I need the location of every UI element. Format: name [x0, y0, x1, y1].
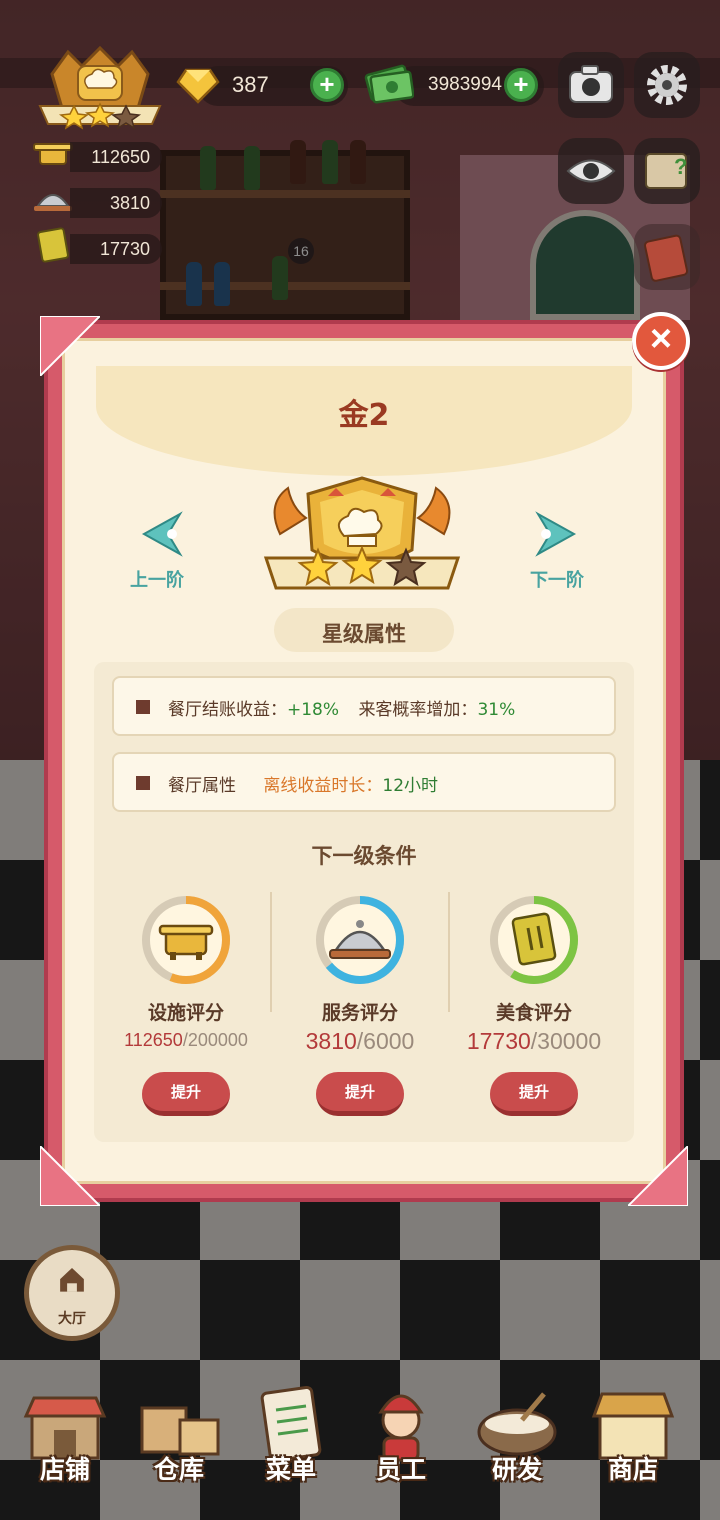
nav-staff[interactable]: 员工	[346, 1380, 456, 1490]
corner-ornament	[40, 1146, 100, 1206]
recipe-book-icon	[511, 912, 557, 966]
attribute-row: 餐厅属性 离线收益时长：12小时	[112, 752, 616, 812]
add-gems-button[interactable]: +	[310, 68, 344, 102]
hall-button[interactable]: 大厅	[24, 1245, 120, 1341]
condition-max: /6000	[356, 1028, 415, 1054]
offline-income-value: 12小时	[382, 776, 439, 796]
checkout-income-label: 餐厅结账收益：	[168, 700, 287, 720]
food-progress-ring	[490, 896, 578, 984]
condition-current: 3810	[305, 1028, 357, 1054]
nav-shop-front[interactable]: 店铺	[10, 1380, 120, 1490]
hot-pot-icon	[33, 143, 73, 165]
checkout-income-value: +18%	[287, 700, 340, 720]
close-button[interactable]: ×	[632, 312, 690, 370]
nav-label: 员工	[375, 1455, 426, 1484]
settings-button[interactable]	[634, 52, 700, 118]
guide-book-button[interactable]: ?	[634, 138, 700, 204]
nav-research[interactable]: 研发	[462, 1380, 572, 1490]
attribute-text: 餐厅属性 离线收益时长：12小时	[168, 771, 438, 796]
hall-label: 大厅	[58, 1311, 86, 1327]
camera-button[interactable]	[558, 52, 624, 118]
help-book-icon: ?	[645, 153, 687, 189]
condition-facility: 设施评分 112650/200000 提升	[98, 894, 274, 1116]
corner-ornament	[40, 316, 100, 376]
offline-income-label: 离线收益时长：	[263, 776, 383, 796]
condition-label: 美食评分	[495, 1002, 572, 1024]
nav-menu[interactable]: 菜单	[236, 1380, 346, 1490]
bullet-icon	[136, 776, 150, 790]
view-toggle-button[interactable]	[558, 138, 624, 204]
condition-label: 设施评分	[147, 1002, 224, 1024]
facility-score: 112650	[70, 142, 162, 172]
nav-label: 仓库	[153, 1455, 204, 1484]
nav-warehouse[interactable]: 仓库	[124, 1380, 234, 1490]
condition-current: 112650	[124, 1030, 183, 1050]
service-score: 3810	[70, 188, 162, 218]
customer-chance-value: 31%	[477, 700, 516, 720]
condition-value: 3810/6000	[272, 1028, 448, 1055]
previous-rank-arrow-icon[interactable]	[136, 508, 184, 560]
previous-rank-label[interactable]: 上一阶	[130, 566, 184, 592]
star-attributes-heading: 星级属性	[322, 622, 406, 646]
svg-text:?: ?	[674, 154, 687, 179]
eye-icon	[566, 159, 616, 183]
condition-max: /200000	[182, 1030, 248, 1050]
gear-icon	[647, 65, 687, 105]
cash-icon	[364, 64, 414, 104]
star-rank-dialog: 金2 × 上一阶 下一阶 星级属性 餐厅结账收益：+18% 来客概率增加：31%	[40, 312, 690, 1206]
close-icon: ×	[649, 318, 673, 360]
gold-rank-badge-icon	[263, 476, 461, 590]
recipe-book-icon	[37, 227, 69, 263]
condition-food: 美食评分 17730/30000 提升	[446, 894, 622, 1116]
next-rank-label[interactable]: 下一阶	[530, 566, 584, 592]
dialog-title: 金2	[338, 398, 390, 433]
condition-value: 112650/200000	[98, 1030, 274, 1051]
condition-current: 17730	[466, 1028, 531, 1054]
upgrade-facility-button[interactable]: 提升	[142, 1072, 230, 1116]
condition-max: /30000	[530, 1028, 602, 1054]
restaurant-attr-label: 餐厅属性	[168, 776, 236, 796]
next-rank-arrow-icon[interactable]	[534, 508, 582, 560]
camera-icon	[569, 65, 613, 103]
service-progress-ring	[316, 896, 404, 984]
gem-icon	[176, 68, 220, 104]
attribute-row: 餐厅结账收益：+18% 来客概率增加：31%	[112, 676, 616, 736]
serving-cloche-icon	[34, 194, 72, 211]
condition-label: 服务评分	[321, 1002, 398, 1024]
nav-store[interactable]: 商店	[578, 1380, 688, 1490]
restaurant-rank-badge[interactable]	[38, 44, 162, 130]
gem-value: 387	[232, 72, 269, 97]
condition-value: 17730/30000	[446, 1028, 622, 1055]
facility-progress-ring	[142, 896, 230, 984]
upgrade-food-button[interactable]: 提升	[490, 1072, 578, 1116]
next-level-heading: 下一级条件	[311, 844, 417, 868]
nav-label: 店铺	[39, 1455, 90, 1484]
add-cash-button[interactable]: +	[504, 68, 538, 102]
customer-chance-label: 来客概率增加：	[358, 700, 478, 720]
attribute-text: 餐厅结账收益：+18% 来客概率增加：31%	[168, 695, 515, 720]
condition-service: 服务评分 3810/6000 提升	[272, 894, 448, 1116]
nav-label: 菜单	[265, 1455, 316, 1484]
bullet-icon	[136, 700, 150, 714]
recipe-button[interactable]	[634, 224, 700, 290]
cash-value: 3983994	[428, 74, 502, 95]
upgrade-service-button[interactable]: 提升	[316, 1072, 404, 1116]
nav-label: 研发	[491, 1455, 542, 1484]
nav-label: 商店	[607, 1455, 658, 1484]
food-score: 17730	[70, 234, 162, 264]
house-icon	[60, 1267, 84, 1292]
corner-ornament	[628, 1146, 688, 1206]
book-icon	[644, 234, 689, 282]
